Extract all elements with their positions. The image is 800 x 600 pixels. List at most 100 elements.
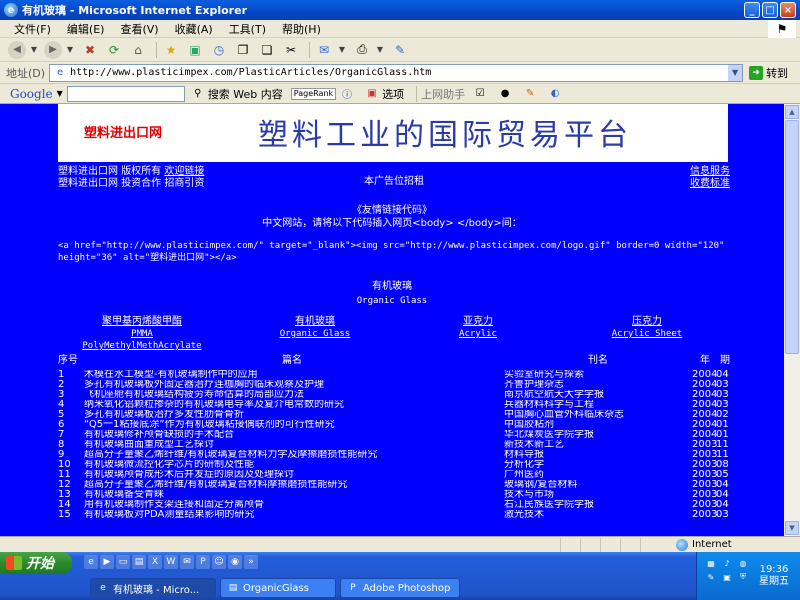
quicklaunch-app-icon[interactable]: ◉ (228, 555, 242, 569)
copy-icon[interactable]: ❐ (233, 41, 253, 59)
table-row[interactable]: 11 有机玻璃颅骨成形术后并发症的原因及处理探讨 广州医药 2003 05 (58, 470, 729, 480)
quicklaunch-media-icon[interactable]: ▶ (100, 555, 114, 569)
cell-title[interactable]: 有机玻璃板对PDA测量结果影响的研究 (84, 510, 494, 520)
menu-view[interactable]: 查看(V) (120, 21, 158, 37)
category-acrylic[interactable]: 亚克力 Acrylic (448, 316, 508, 340)
address-input[interactable]: e http://www.plasticimpex.com/PlasticArt… (49, 63, 744, 82)
task-ie[interactable]: e 有机玻璃 - Micro... (90, 578, 216, 598)
tray-antivirus-icon[interactable]: ◍ (736, 557, 750, 569)
popup-button[interactable]: ◐ (548, 87, 565, 101)
vertical-scrollbar[interactable]: ▲ ▼ (784, 104, 800, 536)
forward-dropdown-icon[interactable]: ▼ (66, 41, 74, 59)
link-investment[interactable]: 投资合作 (121, 178, 161, 189)
google-search-button[interactable]: ⚲ 搜索 Web 内容 (191, 86, 283, 102)
category-organic-glass[interactable]: 有机玻璃 Organic Glass (270, 316, 360, 340)
record-button[interactable]: ● (498, 87, 515, 101)
link-site-home[interactable]: 塑料进出口网 (58, 166, 118, 177)
link-welcome[interactable]: 欢迎链接 (164, 166, 204, 177)
home-icon[interactable]: ⌂ (128, 41, 148, 59)
menu-edit[interactable]: 编辑(E) (67, 21, 105, 37)
table-row[interactable]: 3 飞机座舱有机玻璃结构疲劳寿命估算的局部应力法 南京航空航天大学学报 2004 03 (58, 390, 729, 400)
link-site-home-2[interactable]: 塑料进出口网 (58, 178, 118, 189)
quicklaunch-more-icon[interactable]: » (244, 555, 258, 569)
site-banner[interactable]: 塑料进出口网 塑料工业的国际贸易平台 (58, 104, 728, 162)
scroll-thumb[interactable] (785, 120, 799, 354)
scroll-up-icon[interactable]: ▲ (785, 105, 799, 119)
cell-title[interactable]: 用有机玻璃制作支架连接和固定分离颅骨 (84, 500, 494, 510)
check-button[interactable]: ☑ (473, 87, 490, 101)
menu-file[interactable]: 文件(F) (14, 21, 51, 37)
back-icon[interactable]: ◀ (8, 40, 26, 59)
start-button[interactable]: 开始 (0, 552, 72, 574)
window-titlebar[interactable]: e 有机玻璃 - Microsoft Internet Explorer _ □… (0, 0, 800, 20)
cell-title[interactable]: 有机玻璃曲面重成型工艺探讨 (84, 440, 494, 450)
menu-help[interactable]: 帮助(H) (282, 21, 321, 37)
table-row[interactable]: 6 “Q5一1粘接底涂”作为有机玻璃粘接偶联剂的可行性研究 中国胶粘剂 2004 01 (58, 420, 729, 430)
tray-volume-icon[interactable]: ♪ (720, 557, 734, 569)
cell-title[interactable]: 超高分子量聚乙烯纤维/有机玻璃复合材料力学及摩擦磨损性能研究 (84, 450, 494, 460)
table-row[interactable]: 9 超高分子量聚乙烯纤维/有机玻璃复合材料力学及摩擦磨损性能研究 材料导报 2003 1… (58, 450, 729, 460)
link-merchants[interactable]: 招商引资 (164, 178, 204, 189)
table-row[interactable]: 4 纳米氧化铝颗粒掺杂的有机玻璃电导率及复介电常数的研究 兵器材料科学与工程 2004… (58, 400, 729, 410)
table-row[interactable]: 1 木模在水工模型-有机玻璃制作中的应用 实验室研究与探索 2004 04 (58, 370, 729, 380)
address-dropdown-icon[interactable]: ▼ (728, 64, 743, 81)
cell-title[interactable]: “Q5一1粘接底涂”作为有机玻璃粘接偶联剂的可行性研究 (84, 420, 494, 430)
refresh-icon[interactable]: ⟳ (104, 41, 124, 59)
maximize-button[interactable]: □ (762, 2, 778, 18)
cell-title[interactable]: 飞机座舱有机玻璃结构疲劳寿命估算的局部应力法 (84, 390, 494, 400)
forward-icon[interactable]: ▶ (44, 40, 62, 59)
quicklaunch-word-icon[interactable]: W (164, 555, 178, 569)
table-row[interactable]: 8 有机玻璃曲面重成型工艺探讨 新技术新工艺 2003 11 (58, 440, 729, 450)
quicklaunch-folder-icon[interactable]: ▤ (132, 555, 146, 569)
task-photoshop[interactable]: P Adobe Photoshop (340, 578, 460, 598)
quicklaunch-messenger-icon[interactable]: ☺ (212, 555, 226, 569)
link-fee-standard[interactable]: 收费标准 (690, 178, 730, 189)
go-button[interactable]: ➜ 转到 (749, 65, 788, 81)
close-button[interactable]: × (780, 2, 796, 18)
table-row[interactable]: 2 多孔有机玻璃板外固定器治疗连枷胸的临床观察及护理 齐鲁护理杂志 2004 03 (58, 380, 729, 390)
mail-dropdown-icon[interactable]: ▼ (338, 41, 346, 59)
quicklaunch-excel-icon[interactable]: X (148, 555, 162, 569)
tray-security-icon[interactable]: ⛨ (736, 571, 750, 583)
print-icon[interactable]: ⎙ (352, 41, 372, 59)
google-search-input[interactable] (66, 85, 185, 102)
mail-icon[interactable]: ✉ (314, 41, 334, 59)
quicklaunch-desktop-icon[interactable]: ▭ (116, 555, 130, 569)
cell-title[interactable]: 超高分子量聚乙烯纤维/有机玻璃复合材料摩擦磨损性能研究 (84, 480, 494, 490)
clock[interactable]: 19:36 星期五 (759, 564, 789, 588)
cell-title[interactable]: 多孔有机玻璃板治疗多发性肋骨骨折 (84, 410, 494, 420)
tray-network-icon[interactable]: ▦ (704, 557, 718, 569)
minimize-button[interactable]: _ (744, 2, 760, 18)
options-button[interactable]: ▣ 选项 (365, 86, 404, 102)
info-button[interactable]: ⓘ (340, 87, 357, 101)
helper-label[interactable]: 上网助手 (421, 86, 465, 102)
tray-display-icon[interactable]: ▣ (720, 571, 734, 583)
category-acrylic-sheet[interactable]: 压克力 Acrylic Sheet (604, 316, 690, 340)
stop-icon[interactable]: ✖ (80, 41, 100, 59)
link-info-service[interactable]: 信息服务 (690, 166, 730, 177)
edit-icon[interactable]: ✎ (390, 41, 410, 59)
table-row[interactable]: 14 用有机玻璃制作支架连接和固定分离颅骨 右江民族医学院学报 2003 04 (58, 500, 729, 510)
cell-title[interactable]: 纳米氧化铝颗粒掺杂的有机玻璃电导率及复介电常数的研究 (84, 400, 494, 410)
cut-icon[interactable]: ✂ (281, 41, 301, 59)
table-row[interactable]: 12 超高分子量聚乙烯纤维/有机玻璃复合材料摩擦磨损性能研究 玻璃钢/复合材料 200… (58, 480, 729, 490)
media-icon[interactable]: ▣ (185, 41, 205, 59)
cell-title[interactable]: 多孔有机玻璃板外固定器治疗连枷胸的临床观察及护理 (84, 380, 494, 390)
cell-title[interactable]: 有机玻璃微流控化学芯片的研制及性能 (84, 460, 494, 470)
cell-title[interactable]: 有机玻璃颅骨成形术后并发症的原因及处理探讨 (84, 470, 494, 480)
table-row[interactable]: 10 有机玻璃微流控化学芯片的研制及性能 分析化学 2003 08 (58, 460, 729, 470)
task-folder[interactable]: ▤ OrganicGlass (220, 578, 336, 598)
back-dropdown-icon[interactable]: ▼ (30, 41, 38, 59)
google-logo[interactable]: Google (10, 87, 53, 101)
table-row[interactable]: 13 有机玻璃备受青睐 技术与市场 2003 04 (58, 490, 729, 500)
paste-icon[interactable]: ❏ (257, 41, 277, 59)
quicklaunch-photoshop-icon[interactable]: P (196, 555, 210, 569)
cell-title[interactable]: 木模在水工模型-有机玻璃制作中的应用 (84, 370, 494, 380)
quicklaunch-outlook-icon[interactable]: ✉ (180, 555, 194, 569)
favorites-icon[interactable]: ★ (161, 41, 181, 59)
link-copyright[interactable]: 版权所有 (121, 166, 161, 177)
cell-title[interactable]: 有机玻璃备受青睐 (84, 490, 494, 500)
tray-ime-icon[interactable]: ✎ (704, 571, 718, 583)
menu-tools[interactable]: 工具(T) (229, 21, 266, 37)
table-row[interactable]: 15 有机玻璃板对PDA测量结果影响的研究 激光技术 2003 03 (58, 510, 729, 520)
